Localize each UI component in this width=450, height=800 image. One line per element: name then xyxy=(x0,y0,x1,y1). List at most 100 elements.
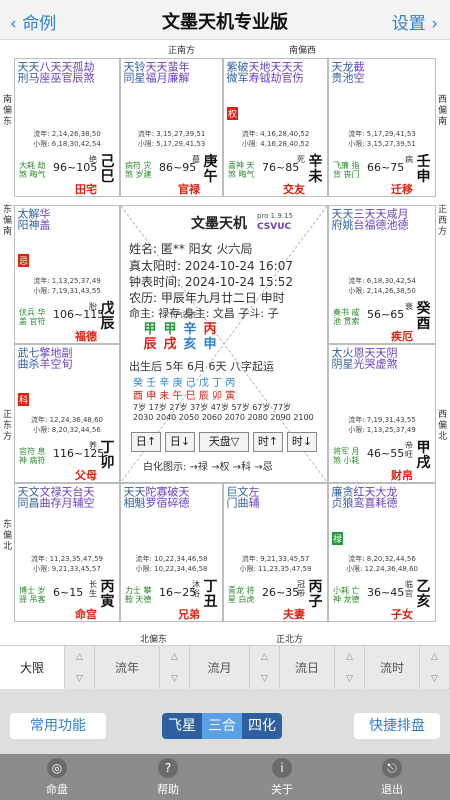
liuri-tab[interactable]: 流日 xyxy=(280,646,335,690)
period-selector: 大限 △ ▽ 流年 △ ▽ 流月 △ ▽ 流日 △ ▽ 流时 △ ▽ xyxy=(0,645,450,690)
palace-5[interactable]: 天府天姚三台天福天德咸池月德流年: 6,18,30,42,54 小限: 2,14,… xyxy=(328,205,436,344)
palace-7[interactable]: 太阴火星恩光天哭天虚阴煞流年: 7,19,31,43,55 小限: 1,13,25… xyxy=(328,344,436,483)
daxian-range: 46~55 xyxy=(367,447,405,460)
up-arrow-icon[interactable]: △ xyxy=(65,646,94,668)
minor-stars: 大耗 劫煞 晦气 xyxy=(19,161,46,179)
direction-label: 东偏北 xyxy=(2,520,12,552)
down-arrow-icon[interactable]: ▽ xyxy=(250,668,279,690)
liuyue-tab[interactable]: 流月 xyxy=(190,646,250,690)
hour-up-button[interactable]: 时↑ xyxy=(253,432,283,452)
settings-button[interactable]: 设置 › xyxy=(392,9,438,34)
sanhe-option[interactable]: 三合 xyxy=(202,713,242,739)
palace-10[interactable]: 巨门文曲左辅流年: 9,21,33,45,57 小限: 11,23,35,47,5… xyxy=(223,483,328,622)
changsheng-label: 冠带 xyxy=(297,580,305,598)
liunian-stepper[interactable]: △ ▽ xyxy=(160,646,190,690)
sihua-badge: 科 xyxy=(18,393,30,406)
palace-name: 子女 xyxy=(391,608,413,621)
palace-name: 命宫 xyxy=(75,608,97,621)
palace-6[interactable]: 武曲七杀擎羊地空副旬科流年: 12,24,36,48,60 小限: 8,20,32… xyxy=(14,344,120,483)
liunian-info: 流年: 2,14,26,38,50 xyxy=(33,130,101,138)
day-down-button[interactable]: 日↓ xyxy=(165,432,195,452)
down-arrow-icon[interactable]: ▽ xyxy=(420,668,449,690)
tianpan-dropdown[interactable]: 天盘▽ xyxy=(199,432,249,452)
star-name: 盖 xyxy=(38,219,51,230)
palace-name: 父母 xyxy=(75,469,97,482)
daxian-range: 6~15 xyxy=(53,586,84,599)
changsheng-label: 绝 xyxy=(89,155,97,164)
chart-icon: ◎ xyxy=(47,758,67,778)
tab-help[interactable]: ? 帮助 xyxy=(138,756,198,797)
direction-label: 正南方 xyxy=(168,46,196,56)
up-arrow-icon[interactable]: △ xyxy=(335,646,364,668)
day-up-button[interactable]: 日↑ xyxy=(131,432,161,452)
star-name: 天 xyxy=(291,61,304,72)
four-pillars: 甲辰 甲戌 辛亥 丙申 xyxy=(141,322,219,352)
up-arrow-icon[interactable]: △ xyxy=(160,646,189,668)
hour-down-button[interactable]: 时↓ xyxy=(287,432,317,452)
liuyue-stepper[interactable]: △ ▽ xyxy=(250,646,280,690)
palace-name: 财帛 xyxy=(391,469,413,482)
changsheng-label: 衰 xyxy=(405,302,413,311)
star: 天伤 xyxy=(291,61,304,83)
star-name: 伤 xyxy=(291,72,304,83)
branch: 丑 xyxy=(203,594,218,610)
xiaoxian-info: 小限: 5,17,29,41,53 xyxy=(137,140,206,148)
pillar-stem: 丙 xyxy=(203,322,217,337)
quick-chart-button[interactable]: 快捷排盘 xyxy=(354,713,440,739)
palace-9[interactable]: 天相天魁陀罗寡宿破碎天德流年: 10,22,34,46,58 小限: 10,22,… xyxy=(120,483,223,622)
palace-0[interactable]: 天刑天马八座天巫天官孤辰劫煞流年: 2,14,26,38,50 小限: 6,18,… xyxy=(14,58,120,197)
star-name: 天 xyxy=(177,486,190,497)
down-arrow-icon[interactable]: ▽ xyxy=(335,668,364,690)
liunian-info: 流年: 10,22,34,46,58 xyxy=(135,555,208,563)
stem: 庚 xyxy=(203,154,218,170)
star-name: 天 xyxy=(82,486,95,497)
palace-11[interactable]: 廉贞贪狼红鸾天喜大耗龙德禄流年: 8,20,32,44,56 小限: 12,24,… xyxy=(328,483,436,622)
pillar-branch: 辰 xyxy=(143,337,157,352)
stem: 癸 xyxy=(416,301,431,317)
star-name: 空 xyxy=(82,497,95,508)
palace-4[interactable]: 太阳解神华盖忌流年: 1,13,25,37,49 小限: 7,19,31,43,5… xyxy=(14,205,120,344)
luck-ages: 7岁 17岁 27岁 37岁 47岁 57岁 67岁 77岁 xyxy=(133,403,292,412)
star: 龙德 xyxy=(385,486,398,508)
down-arrow-icon[interactable]: ▽ xyxy=(65,668,94,690)
liushi-tab[interactable]: 流时 xyxy=(365,646,420,690)
liushi-stepper[interactable]: △ ▽ xyxy=(420,646,450,690)
pillar-stem: 甲 xyxy=(143,322,157,337)
sihua-option[interactable]: 四化 xyxy=(242,713,282,739)
star: 月德 xyxy=(396,208,409,230)
palace-3[interactable]: 天贵龙池截空流年: 5,17,29,41,53 小限: 3,15,27,39,51… xyxy=(328,58,436,197)
ganzhi-label: 丙寅 xyxy=(100,580,115,610)
down-arrow-icon[interactable]: ▽ xyxy=(160,668,189,690)
tab-exit[interactable]: ⎋ 退出 xyxy=(362,756,422,797)
liuri-stepper[interactable]: △ ▽ xyxy=(335,646,365,690)
liunian-info: 流年: 6,18,30,42,54 xyxy=(348,277,416,285)
feixing-option[interactable]: 飞星 xyxy=(162,713,202,739)
palace-8[interactable]: 天同文昌文曲禄存天月台辅天空流年: 11,23,35,47,59 小限: 9,21… xyxy=(14,483,120,622)
liunian-info: 流年: 4,16,28,40,52 xyxy=(241,130,310,138)
branch: 巳 xyxy=(100,169,115,185)
star: 天空 xyxy=(82,486,95,508)
up-arrow-icon[interactable]: △ xyxy=(420,646,449,668)
liunian-tab[interactable]: 流年 xyxy=(95,646,160,690)
tab-about[interactable]: i 关于 xyxy=(252,756,312,797)
branch: 酉 xyxy=(416,316,431,332)
ganzhi-label: 戊辰 xyxy=(100,302,115,332)
tab-chart[interactable]: ◎ 命盘 xyxy=(27,756,87,797)
daxian-tab[interactable]: 大限 xyxy=(0,646,65,690)
common-functions-button[interactable]: 常用功能 xyxy=(10,713,106,739)
xiaoxian-info: 小限: 6,18,30,42,54 xyxy=(33,140,101,148)
sihua-badge: 忌 xyxy=(18,254,30,267)
pillar-stem: 甲 xyxy=(163,322,177,337)
star-list: 廉贞贪狼红鸾天喜大耗龙德 xyxy=(330,486,398,508)
palace-1[interactable]: 天同铃星天福天月蜚廉年解流年: 3,15,27,39,51 小限: 5,17,29… xyxy=(120,58,223,197)
daxian-range: 86~95 xyxy=(159,161,197,174)
minor-stars: 伏兵 华盖 官符 xyxy=(19,308,46,326)
palace-2[interactable]: 紫微破军天寿地钺天劫天官天伤权流年: 4,16,28,40,52 小限: 4,16… xyxy=(223,58,328,197)
daxian-stepper[interactable]: △ ▽ xyxy=(65,646,95,690)
center-title: 文墨天机 xyxy=(191,216,247,232)
up-arrow-icon[interactable]: △ xyxy=(250,646,279,668)
star-name: 劫 xyxy=(82,61,95,72)
star-list: 天贵龙池截空 xyxy=(330,61,365,83)
branch: 午 xyxy=(203,169,218,185)
minor-stars: 官符 息神 病符 xyxy=(19,447,46,465)
